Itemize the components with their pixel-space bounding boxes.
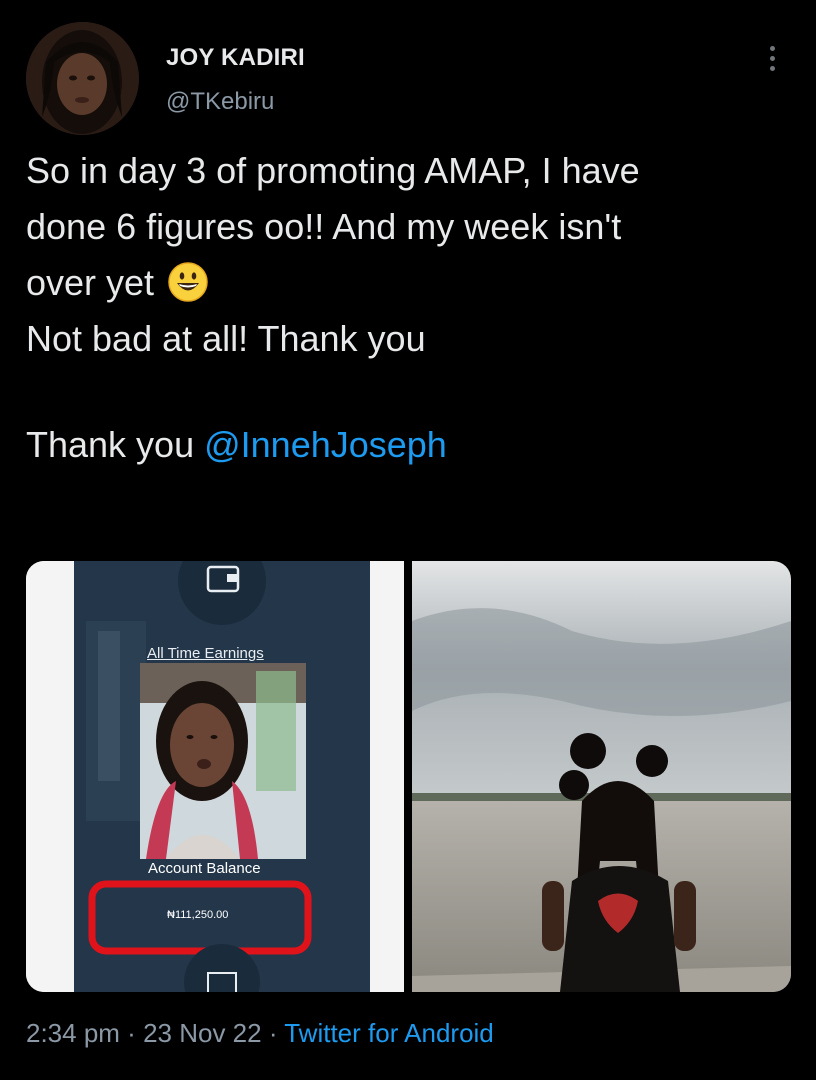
tweet-line: So in day 3 of promoting AMAP, I have [26,150,640,191]
outdoor-photo[interactable] [412,561,791,992]
outdoor-photo-image [412,561,791,992]
tweet-line: over yet [26,255,796,311]
separator: · [119,1018,144,1048]
dot [769,55,775,61]
mention-link[interactable]: @InnehJoseph [204,424,447,465]
media-grid: All Time Earnings Account Balance ₦111,2… [26,561,791,992]
grinning-face-emoji-icon [168,262,208,302]
tweet-time[interactable]: 2:34 pm [26,1018,120,1048]
avatar[interactable] [26,22,139,135]
tweet-line-text: over yet [26,262,155,303]
earnings-screenshot-image [26,561,404,992]
tweet-thanks-line: Thank you @InnehJoseph [26,417,796,473]
balance-amount: ₦111,250.00 [167,909,229,921]
dot [769,45,775,51]
tweet-timestamp: 2:34 pm · 23 Nov 22 · Twitter for Androi… [26,1018,494,1049]
tweet-source-link[interactable]: Twitter for Android [284,1018,494,1048]
more-options-icon[interactable] [758,38,786,78]
tweet-date[interactable]: 23 Nov 22 [143,1018,262,1048]
dot [769,65,775,71]
earnings-screenshot[interactable]: All Time Earnings Account Balance ₦111,2… [26,561,404,992]
separator: · [261,1018,285,1048]
author-display-name[interactable]: JOY KADIRI [166,44,305,72]
balance-label: Account Balance [148,860,261,877]
tweet-line: Not bad at all! Thank you [26,318,426,359]
author-handle[interactable]: @TKebiru [166,88,274,116]
earnings-label: All Time Earnings [147,645,264,662]
thanks-prefix: Thank you [26,424,205,465]
tweet-line: done 6 figures oo!! And my week isn't [26,206,622,247]
avatar-photo [26,22,139,135]
tweet-text: So in day 3 of promoting AMAP, I have do… [26,143,796,473]
